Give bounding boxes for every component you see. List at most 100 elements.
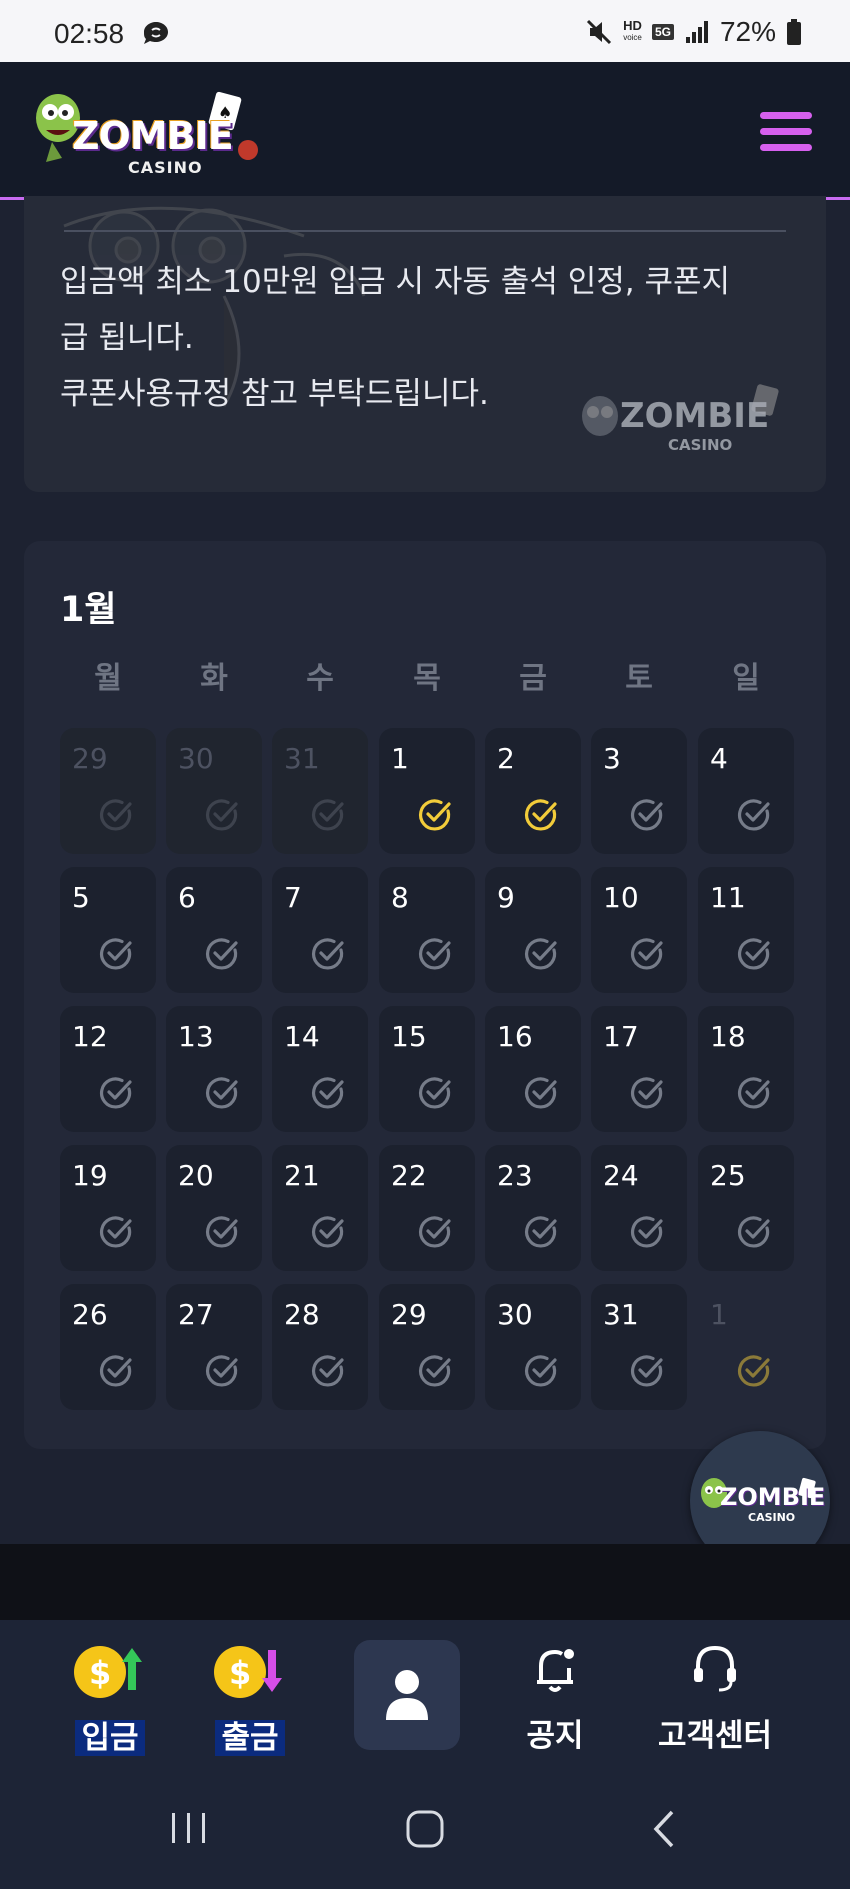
calendar-day[interactable]: 25 bbox=[698, 1145, 794, 1271]
system-navigation-bar bbox=[0, 1767, 850, 1889]
calendar-day-number: 24 bbox=[603, 1159, 639, 1192]
calendar-day[interactable]: 2 bbox=[485, 728, 581, 854]
home-icon[interactable] bbox=[405, 1809, 447, 1849]
bell-icon bbox=[537, 1649, 574, 1692]
check-circle-icon bbox=[312, 938, 344, 970]
weekday-sun: 일 bbox=[732, 661, 760, 696]
calendar-day[interactable]: 10 bbox=[591, 867, 687, 993]
calendar-day-number: 12 bbox=[72, 1020, 108, 1053]
calendar-day[interactable]: 19 bbox=[60, 1145, 156, 1271]
attendance-calendar: 1월 월 화 수 목 금 토 일 29 30 31 1 2 3 4 5 6 7 8 9 10 11 12 13… bbox=[24, 541, 826, 1449]
calendar-day-number: 13 bbox=[178, 1020, 214, 1053]
user-icon bbox=[386, 1670, 428, 1720]
check-circle-icon bbox=[525, 1355, 557, 1387]
deposit-coin-icon: $ bbox=[74, 1646, 142, 1698]
calendar-day[interactable]: 21 bbox=[272, 1145, 368, 1271]
withdraw-coin-icon: $ bbox=[214, 1646, 282, 1698]
check-circle-icon bbox=[312, 1355, 344, 1387]
support-label: 고객센터 bbox=[657, 1718, 773, 1754]
voice-label: voice bbox=[623, 33, 642, 42]
calendar-day-number: 10 bbox=[603, 881, 639, 914]
calendar-day-number: 1 bbox=[391, 742, 409, 775]
calendar-day[interactable]: 28 bbox=[272, 1284, 368, 1410]
nav-deposit[interactable]: $ 입금 bbox=[60, 1620, 160, 1767]
check-circle-icon bbox=[738, 938, 770, 970]
calendar-day[interactable]: 31 bbox=[272, 728, 368, 854]
calendar-day-number: 31 bbox=[603, 1298, 639, 1331]
calendar-day[interactable]: 30 bbox=[166, 728, 262, 854]
check-circle-icon bbox=[631, 799, 663, 831]
check-circle-icon bbox=[206, 1355, 238, 1387]
calendar-day[interactable]: 8 bbox=[379, 867, 475, 993]
calendar-day[interactable]: 4 bbox=[698, 728, 794, 854]
calendar-day[interactable]: 13 bbox=[166, 1006, 262, 1132]
nav-notice[interactable]: 공지 bbox=[500, 1620, 610, 1767]
hamburger-icon[interactable] bbox=[760, 112, 812, 152]
calendar-day[interactable]: 17 bbox=[591, 1006, 687, 1132]
calendar-day[interactable]: 31 bbox=[591, 1284, 687, 1410]
check-circle-icon bbox=[206, 1077, 238, 1109]
calendar-day[interactable]: 26 bbox=[60, 1284, 156, 1410]
calendar-day[interactable]: 1 bbox=[379, 728, 475, 854]
zombie-casino-logo[interactable]: ♠ ZOMBIE CASINO bbox=[32, 80, 272, 180]
float-logo-subtext: CASINO bbox=[748, 1511, 796, 1524]
calendar-day[interactable]: 20 bbox=[166, 1145, 262, 1271]
status-bar: 02:58 HD voice 5G 72% bbox=[0, 0, 850, 62]
check-circle-icon bbox=[206, 799, 238, 831]
calendar-day[interactable]: 7 bbox=[272, 867, 368, 993]
calendar-day-number: 8 bbox=[391, 881, 409, 914]
recents-icon[interactable] bbox=[168, 1811, 210, 1845]
check-circle-icon bbox=[206, 938, 238, 970]
check-circle-icon bbox=[419, 1355, 451, 1387]
weekday-thu: 목 bbox=[413, 661, 441, 696]
attendance-notice-card: 입금액 최소 10만원 입금 시 자동 출석 인정, 쿠폰지 급 됩니다. 쿠폰… bbox=[24, 196, 826, 492]
calendar-day[interactable]: 5 bbox=[60, 867, 156, 993]
calendar-day-number: 23 bbox=[497, 1159, 533, 1192]
calendar-day[interactable]: 3 bbox=[591, 728, 687, 854]
check-circle-icon bbox=[525, 1216, 557, 1248]
calendar-day[interactable]: 1 bbox=[698, 1284, 794, 1410]
check-circle-icon bbox=[631, 1077, 663, 1109]
calendar-day-number: 3 bbox=[603, 742, 621, 775]
calendar-day-number: 30 bbox=[178, 742, 214, 775]
calendar-day[interactable]: 24 bbox=[591, 1145, 687, 1271]
calendar-day[interactable]: 9 bbox=[485, 867, 581, 993]
svg-text:$: $ bbox=[89, 1654, 111, 1692]
notice-logo-text: ZOMBIE bbox=[620, 396, 770, 436]
calendar-day-number: 25 bbox=[710, 1159, 746, 1192]
calendar-day[interactable]: 23 bbox=[485, 1145, 581, 1271]
calendar-day[interactable]: 18 bbox=[698, 1006, 794, 1132]
calendar-day[interactable]: 30 bbox=[485, 1284, 581, 1410]
calendar-day[interactable]: 15 bbox=[379, 1006, 475, 1132]
calendar-day-number: 30 bbox=[497, 1298, 533, 1331]
calendar-day[interactable]: 16 bbox=[485, 1006, 581, 1132]
check-circle-icon bbox=[100, 1355, 132, 1387]
battery-icon bbox=[787, 19, 801, 45]
nav-support[interactable]: 고객센터 bbox=[645, 1620, 785, 1767]
calendar-day-number: 29 bbox=[391, 1298, 427, 1331]
profile-button[interactable] bbox=[354, 1640, 460, 1750]
calendar-day-number: 5 bbox=[72, 881, 90, 914]
check-circle-icon bbox=[738, 1077, 770, 1109]
calendar-day[interactable]: 11 bbox=[698, 867, 794, 993]
calendar-day-number: 2 bbox=[497, 742, 515, 775]
nav-withdraw[interactable]: $ 출금 bbox=[200, 1620, 300, 1767]
back-icon[interactable] bbox=[650, 1809, 680, 1849]
calendar-day[interactable]: 6 bbox=[166, 867, 262, 993]
calendar-day[interactable]: 27 bbox=[166, 1284, 262, 1410]
bottom-navigation: $ 입금 $ 출금 공지 고객센터 bbox=[0, 1620, 850, 1767]
calendar-day[interactable]: 29 bbox=[379, 1284, 475, 1410]
calendar-day[interactable]: 14 bbox=[272, 1006, 368, 1132]
check-circle-icon bbox=[312, 1077, 344, 1109]
check-circle-icon bbox=[419, 938, 451, 970]
check-circle-icon bbox=[738, 1355, 770, 1387]
calendar-day-number: 9 bbox=[497, 881, 515, 914]
calendar-day[interactable]: 12 bbox=[60, 1006, 156, 1132]
calendar-day[interactable]: 29 bbox=[60, 728, 156, 854]
check-circle-icon bbox=[738, 1216, 770, 1248]
weekday-sat: 토 bbox=[625, 661, 653, 696]
calendar-day[interactable]: 22 bbox=[379, 1145, 475, 1271]
float-logo-text: ZOMBIE bbox=[720, 1483, 826, 1511]
status-icons: HD voice 5G 72% bbox=[585, 16, 802, 48]
withdraw-label: 출금 bbox=[200, 1712, 300, 1757]
